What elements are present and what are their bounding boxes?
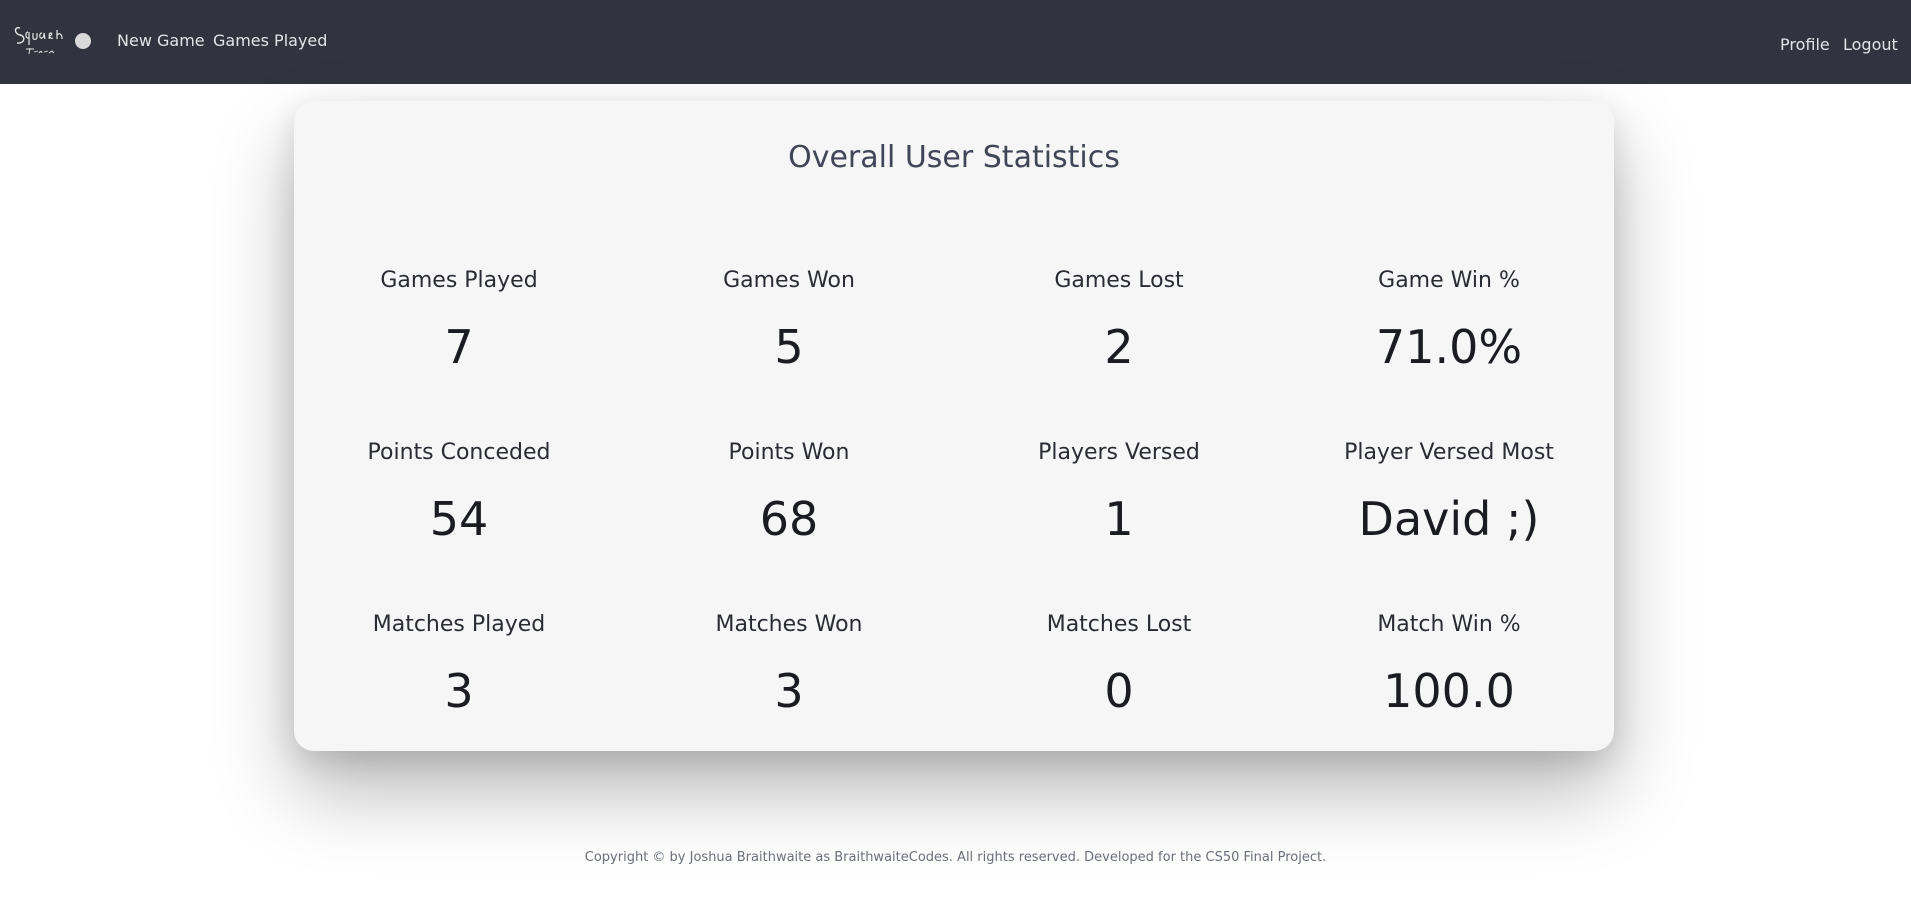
stat-points-won: Points Won 68 bbox=[624, 433, 954, 605]
stat-player-versed-most: Player Versed Most David ;) bbox=[1284, 433, 1614, 605]
stat-games-won: Games Won 5 bbox=[624, 261, 954, 433]
stat-games-played: Games Played 7 bbox=[294, 261, 624, 433]
stat-value: 7 bbox=[444, 320, 474, 374]
nav-new-game-link[interactable]: New Game bbox=[117, 31, 205, 50]
stat-label: Player Versed Most bbox=[1344, 440, 1554, 465]
stat-value: 3 bbox=[444, 664, 474, 718]
stat-value: 3 bbox=[774, 664, 804, 718]
top-navbar: New Game Games Played Profile Logout bbox=[0, 0, 1911, 84]
nav-logout-link[interactable]: Logout bbox=[1843, 35, 1898, 54]
stat-label: Matches Won bbox=[715, 612, 863, 637]
stat-label: Games Played bbox=[380, 268, 538, 293]
stat-label: Game Win % bbox=[1378, 268, 1520, 293]
stat-value: 2 bbox=[1104, 320, 1134, 374]
logo-script-icon bbox=[14, 26, 63, 55]
stat-label: Match Win % bbox=[1377, 612, 1521, 637]
stat-label: Players Versed bbox=[1038, 440, 1200, 465]
stat-value: 100.0 bbox=[1383, 664, 1515, 718]
stat-matches-played: Matches Played 3 bbox=[294, 605, 624, 777]
stat-label: Points Conceded bbox=[367, 440, 551, 465]
squash-tracker-logo[interactable] bbox=[12, 22, 91, 56]
stat-match-win-percent: Match Win % 100.0 bbox=[1284, 605, 1614, 777]
stat-value: 1 bbox=[1104, 492, 1134, 546]
stat-value: 54 bbox=[429, 492, 489, 546]
stat-value: 68 bbox=[759, 492, 819, 546]
stat-label: Games Won bbox=[723, 268, 855, 293]
nav-profile-link[interactable]: Profile bbox=[1780, 35, 1830, 54]
stat-value: 5 bbox=[774, 320, 804, 374]
stat-game-win-percent: Game Win % 71.0% bbox=[1284, 261, 1614, 433]
stat-label: Matches Played bbox=[372, 612, 546, 637]
stat-value: David ;) bbox=[1358, 492, 1540, 546]
page-title: Overall User Statistics bbox=[788, 140, 1120, 175]
stat-matches-won: Matches Won 3 bbox=[624, 605, 954, 777]
statistics-card: Overall User Statistics Games Played 7 G… bbox=[294, 101, 1614, 751]
footer-copyright: Copyright © by Joshua Braithwaite as Bra… bbox=[584, 850, 1327, 865]
stat-value: 0 bbox=[1104, 664, 1134, 718]
stat-points-conceded: Points Conceded 54 bbox=[294, 433, 624, 605]
nav-games-played-link[interactable]: Games Played bbox=[213, 31, 327, 50]
stat-players-versed: Players Versed 1 bbox=[954, 433, 1284, 605]
stat-label: Points Won bbox=[728, 440, 850, 465]
squash-ball-icon bbox=[75, 33, 91, 49]
stat-games-lost: Games Lost 2 bbox=[954, 261, 1284, 433]
stat-label: Games Lost bbox=[1054, 268, 1184, 293]
stat-value: 71.0% bbox=[1375, 320, 1523, 374]
stat-matches-lost: Matches Lost 0 bbox=[954, 605, 1284, 777]
stat-label: Matches Lost bbox=[1046, 612, 1192, 637]
stats-grid: Games Played 7 Games Won 5 Games Lost 2 … bbox=[294, 261, 1614, 777]
